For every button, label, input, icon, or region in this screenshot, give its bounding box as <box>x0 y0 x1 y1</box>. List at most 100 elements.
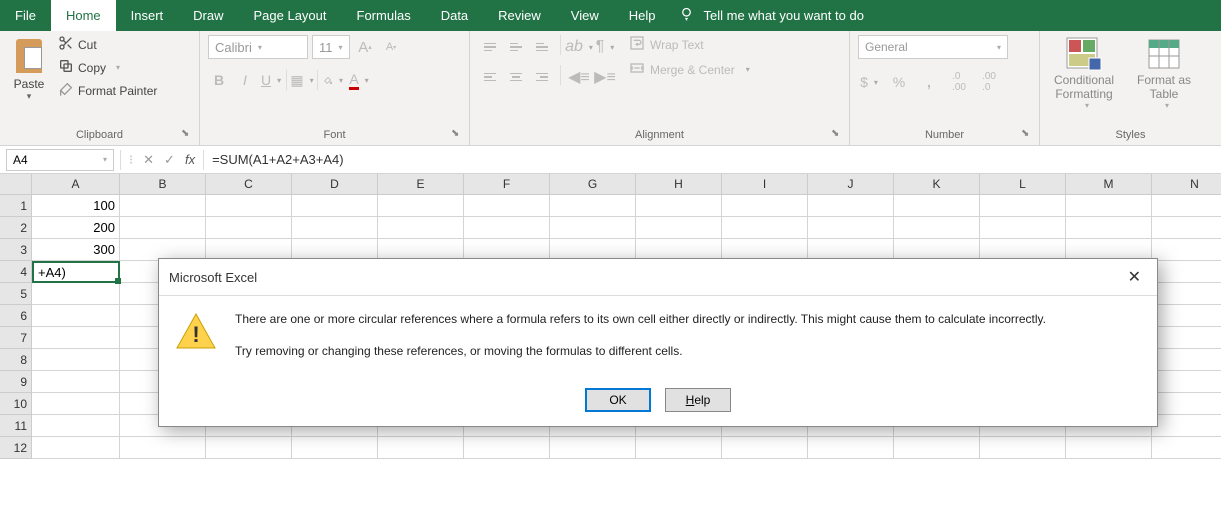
tab-data[interactable]: Data <box>426 0 483 31</box>
cell-N5[interactable] <box>1152 283 1221 305</box>
font-dialog-launcher[interactable]: ⬊ <box>451 128 465 142</box>
align-middle-button[interactable] <box>504 35 528 59</box>
cell-F2[interactable] <box>464 217 550 239</box>
enter-formula-icon[interactable]: ✓ <box>164 152 175 168</box>
cell-A12[interactable] <box>32 437 120 459</box>
currency-button[interactable]: $▾ <box>858 71 880 93</box>
col-header-J[interactable]: J <box>808 174 894 195</box>
cell-K1[interactable] <box>894 195 980 217</box>
tab-draw[interactable]: Draw <box>178 0 238 31</box>
col-header-C[interactable]: C <box>206 174 292 195</box>
cell-G12[interactable] <box>550 437 636 459</box>
format-painter-button[interactable]: Format Painter <box>58 81 157 100</box>
borders-button[interactable]: ▦▾ <box>291 69 313 91</box>
col-header-L[interactable]: L <box>980 174 1066 195</box>
formula-input[interactable] <box>204 152 1221 167</box>
cell-C1[interactable] <box>206 195 292 217</box>
col-header-N[interactable]: N <box>1152 174 1221 195</box>
col-header-M[interactable]: M <box>1066 174 1152 195</box>
cell-M1[interactable] <box>1066 195 1152 217</box>
tab-help[interactable]: Help <box>614 0 671 31</box>
cell-A10[interactable] <box>32 393 120 415</box>
cell-A9[interactable] <box>32 371 120 393</box>
fx-icon[interactable]: fx <box>185 152 195 167</box>
increase-indent-button[interactable]: ▶≡ <box>593 65 617 89</box>
col-header-G[interactable]: G <box>550 174 636 195</box>
cell-L1[interactable] <box>980 195 1066 217</box>
cell-N2[interactable] <box>1152 217 1221 239</box>
cell-F1[interactable] <box>464 195 550 217</box>
col-header-D[interactable]: D <box>292 174 378 195</box>
cell-J2[interactable] <box>808 217 894 239</box>
number-dialog-launcher[interactable]: ⬊ <box>1021 128 1035 142</box>
insert-function-colon-icon[interactable]: ⁝ <box>129 152 133 168</box>
number-format-combo[interactable]: General▾ <box>858 35 1008 59</box>
cell-I2[interactable] <box>722 217 808 239</box>
cell-N12[interactable] <box>1152 437 1221 459</box>
row-header-6[interactable]: 6 <box>0 305 32 327</box>
cell-H2[interactable] <box>636 217 722 239</box>
tab-home[interactable]: Home <box>51 0 116 31</box>
row-header-2[interactable]: 2 <box>0 217 32 239</box>
tab-review[interactable]: Review <box>483 0 556 31</box>
orientation-button[interactable]: ab▾ <box>567 35 591 59</box>
comma-button[interactable]: , <box>918 71 940 93</box>
cell-N9[interactable] <box>1152 371 1221 393</box>
chevron-down-icon[interactable]: ▾ <box>258 43 262 52</box>
tab-view[interactable]: View <box>556 0 614 31</box>
cell-N3[interactable] <box>1152 239 1221 261</box>
format-as-table-button[interactable]: Format as Table ▾ <box>1128 35 1200 110</box>
cell-A2[interactable]: 200 <box>32 217 120 239</box>
cell-I12[interactable] <box>722 437 808 459</box>
row-header-3[interactable]: 3 <box>0 239 32 261</box>
align-top-button[interactable] <box>478 35 502 59</box>
font-color-button[interactable]: A▾ <box>348 69 370 91</box>
align-right-button[interactable] <box>530 65 554 89</box>
cell-C12[interactable] <box>206 437 292 459</box>
cell-A8[interactable] <box>32 349 120 371</box>
percent-button[interactable]: % <box>888 71 910 93</box>
underline-button[interactable]: U▾ <box>260 69 282 91</box>
cell-D12[interactable] <box>292 437 378 459</box>
col-header-E[interactable]: E <box>378 174 464 195</box>
fill-handle[interactable] <box>115 278 121 284</box>
col-header-I[interactable]: I <box>722 174 808 195</box>
cell-M2[interactable] <box>1066 217 1152 239</box>
tell-me-search[interactable]: Tell me what you want to do <box>679 0 864 31</box>
font-size-combo[interactable]: 11▾ <box>312 35 350 59</box>
cell-B2[interactable] <box>120 217 206 239</box>
col-header-B[interactable]: B <box>120 174 206 195</box>
name-box[interactable]: A4 ▾ <box>6 149 114 171</box>
row-header-10[interactable]: 10 <box>0 393 32 415</box>
cell-A11[interactable] <box>32 415 120 437</box>
select-all-corner[interactable] <box>0 174 32 195</box>
cell-A3[interactable]: 300 <box>32 239 120 261</box>
cell-I1[interactable] <box>722 195 808 217</box>
paste-button[interactable]: Paste ▾ <box>8 35 50 104</box>
chevron-down-icon[interactable]: ▾ <box>103 155 107 164</box>
alignment-dialog-launcher[interactable]: ⬊ <box>831 128 845 142</box>
cell-D2[interactable] <box>292 217 378 239</box>
decrease-font-button[interactable]: A▾ <box>380 36 402 58</box>
cell-E1[interactable] <box>378 195 464 217</box>
wrap-text-button[interactable]: Wrap Text <box>629 35 750 54</box>
bold-button[interactable]: B <box>208 69 230 91</box>
cell-N11[interactable] <box>1152 415 1221 437</box>
cell-G1[interactable] <box>550 195 636 217</box>
cell-A7[interactable] <box>32 327 120 349</box>
row-header-1[interactable]: 1 <box>0 195 32 217</box>
cell-H12[interactable] <box>636 437 722 459</box>
fill-color-button[interactable]: ▾ <box>322 69 344 91</box>
cell-E2[interactable] <box>378 217 464 239</box>
cell-N4[interactable] <box>1152 261 1221 283</box>
cancel-formula-icon[interactable]: ✕ <box>143 152 154 168</box>
tab-insert[interactable]: Insert <box>116 0 179 31</box>
cell-A1[interactable]: 100 <box>32 195 120 217</box>
help-button[interactable]: Help <box>665 388 731 412</box>
conditional-formatting-button[interactable]: Conditional Formatting ▾ <box>1048 35 1120 110</box>
align-center-button[interactable] <box>504 65 528 89</box>
chevron-down-icon[interactable]: ▾ <box>339 43 343 52</box>
tab-page-layout[interactable]: Page Layout <box>239 0 342 31</box>
row-header-9[interactable]: 9 <box>0 371 32 393</box>
cell-L2[interactable] <box>980 217 1066 239</box>
